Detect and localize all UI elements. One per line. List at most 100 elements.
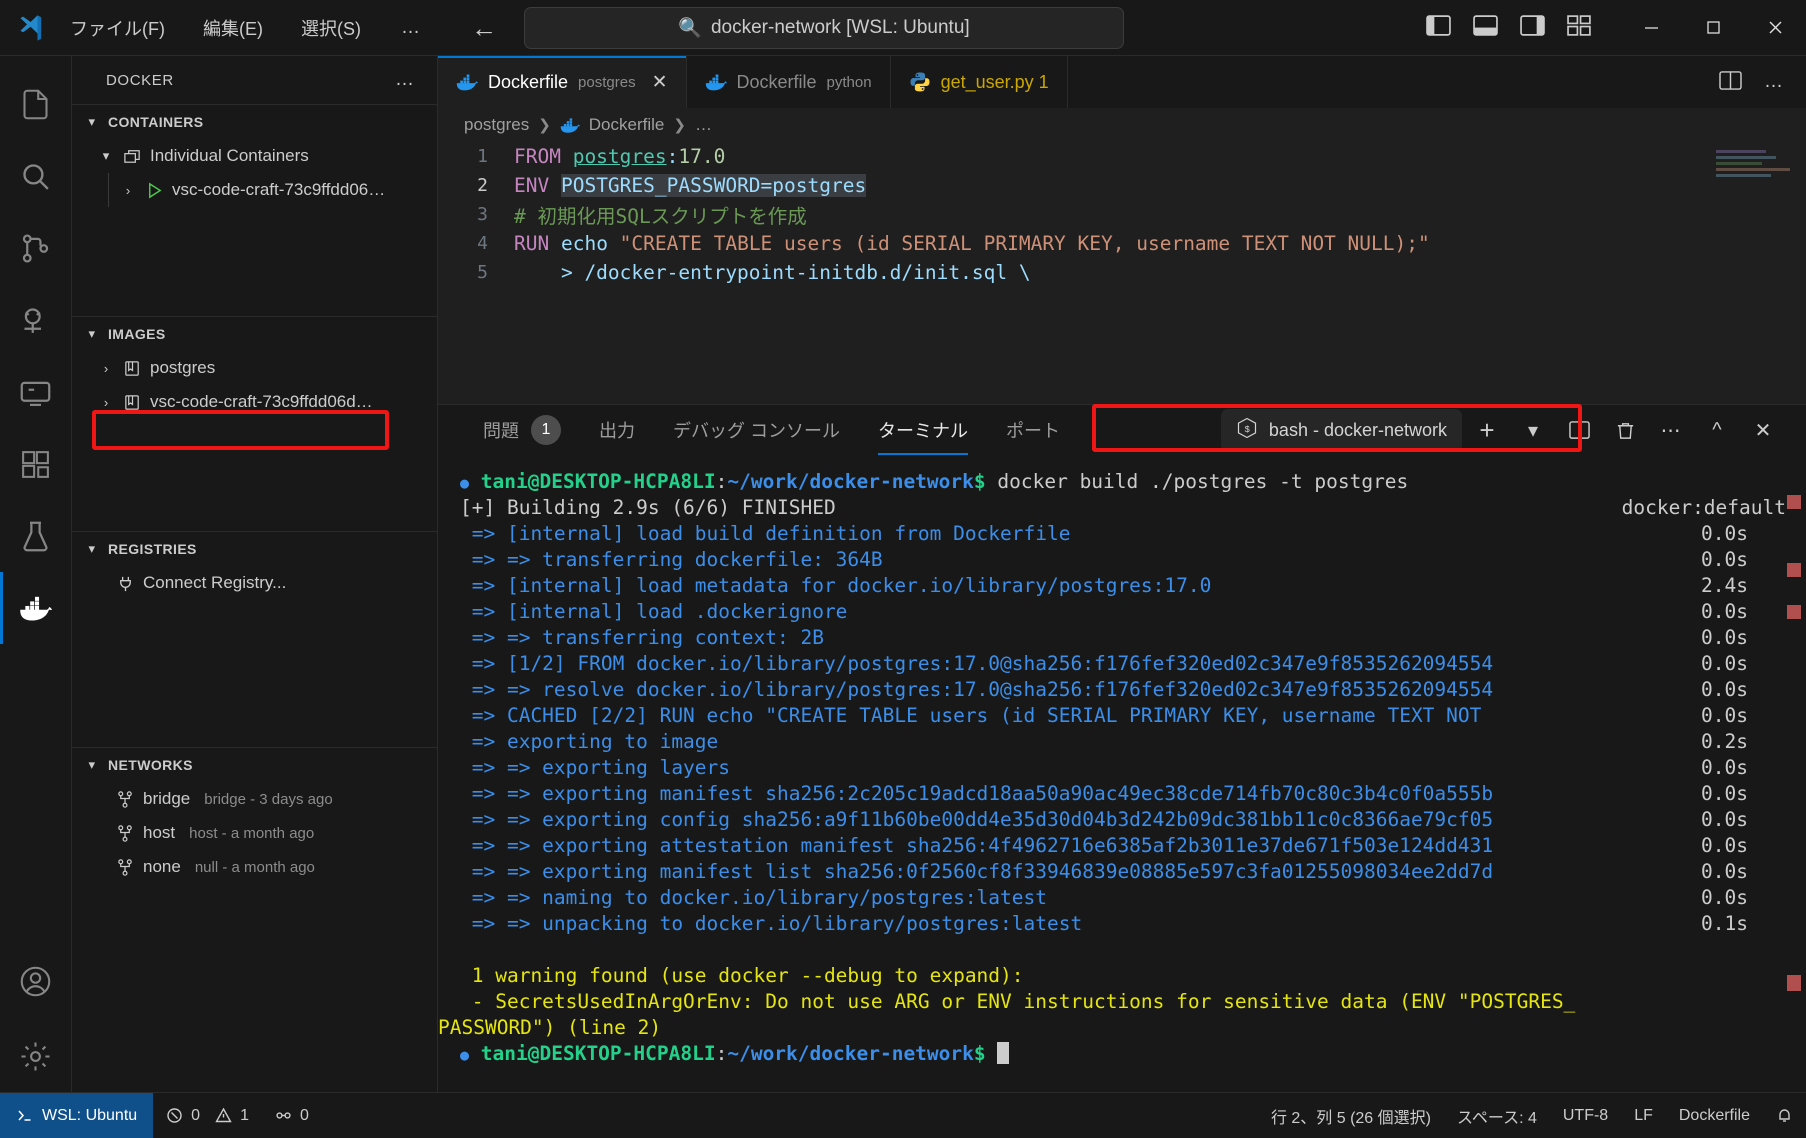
status-cursor-position[interactable]: 行 2、列 5 (26 個選択) [1258, 1093, 1444, 1138]
activity-remote-explorer[interactable] [0, 356, 72, 428]
network-icon [114, 824, 136, 843]
panel-tab-debug-console[interactable]: デバッグ コンソール [654, 405, 859, 455]
terminal-scrollbar[interactable] [1787, 455, 1801, 1092]
remote-indicator[interactable]: WSL: Ubuntu [0, 1093, 153, 1138]
kill-terminal-icon[interactable] [1604, 409, 1646, 451]
activity-accounts[interactable] [0, 948, 72, 1020]
section-header-images[interactable]: ▾ IMAGES [72, 317, 437, 351]
section-networks: ▾ NETWORKS bridge bridge - 3 days ago ho… [72, 747, 437, 884]
close-button[interactable] [1744, 0, 1806, 56]
sidebar-title: DOCKER [106, 72, 174, 89]
toggle-primary-sidebar-icon[interactable] [1426, 14, 1451, 41]
split-editor-icon[interactable] [1719, 70, 1742, 95]
activity-run-and-debug[interactable] [0, 284, 72, 356]
close-icon[interactable]: ✕ [652, 71, 668, 94]
status-problems[interactable]: 0 1 [153, 1093, 262, 1138]
menu-file[interactable]: ファイル(F) [64, 12, 171, 44]
panel-tab-ports[interactable]: ポート [987, 405, 1079, 455]
status-language-mode[interactable]: Dockerfile [1666, 1093, 1763, 1138]
section-header-containers[interactable]: ▾ CONTAINERS [72, 105, 437, 139]
activity-testing[interactable] [0, 500, 72, 572]
breadcrumb-symbol[interactable]: … [695, 115, 712, 135]
minimize-button[interactable] [1620, 0, 1682, 56]
panel-tab-output[interactable]: 出力 [580, 405, 654, 455]
maximize-panel-icon[interactable]: ^ [1696, 409, 1738, 451]
terminal-dropdown-icon[interactable]: ▾ [1512, 409, 1554, 451]
tree-item-network-none[interactable]: none null - a month ago [72, 850, 437, 884]
panel-tab-terminal[interactable]: ターミナル [859, 405, 987, 455]
menu-edit[interactable]: 編集(E) [197, 12, 269, 44]
terminal-line: => => unpacking to docker.io/library/pos… [438, 911, 1806, 937]
line-content: ENV POSTGRES_PASSWORD=postgres [514, 174, 866, 197]
tree-item-network-bridge[interactable]: bridge bridge - 3 days ago [72, 782, 437, 816]
ports-count: 0 [300, 1107, 309, 1125]
tree-item-image-vsc-code-craft[interactable]: › vsc-code-craft-73c9ffdd06d… [72, 385, 437, 419]
maximize-button[interactable] [1682, 0, 1744, 56]
code-line: 5 > /docker-entrypoint-initdb.d/init.sql… [438, 258, 1806, 287]
activity-extensions[interactable] [0, 428, 72, 500]
tab-label: Dockerfile [737, 72, 817, 93]
breadcrumb-folder[interactable]: postgres [464, 115, 529, 135]
toggle-panel-icon[interactable] [1473, 14, 1498, 41]
minimap[interactable] [1710, 142, 1806, 404]
tree-item-sublabel: null - a month ago [195, 859, 315, 876]
terminal-line: => => exporting config sha256:a9f11b60be… [438, 807, 1806, 833]
vscode-logo-icon [0, 13, 60, 43]
terminal-line-text: => => exporting manifest sha256:2c205c19… [460, 782, 1493, 805]
close-panel-icon[interactable]: ✕ [1742, 409, 1784, 451]
menu-selection[interactable]: 選択(S) [295, 12, 367, 44]
activity-settings[interactable] [0, 1020, 72, 1092]
tree-item-connect-registry[interactable]: Connect Registry... [72, 566, 437, 600]
tree-item-image-postgres[interactable]: › postgres [72, 351, 437, 385]
tab-dockerfile-postgres[interactable]: Dockerfile postgres ✕ [438, 56, 687, 108]
tree-item-label: host [143, 823, 175, 843]
code-editor[interactable]: 1 FROM postgres:17.0 2 ENV POSTGRES_PASS… [438, 142, 1806, 404]
workbench-body: DOCKER … ▾ CONTAINERS ▾ Individual Conta… [0, 56, 1806, 1092]
new-terminal-icon[interactable]: + [1466, 409, 1508, 451]
status-encoding[interactable]: UTF-8 [1550, 1093, 1621, 1138]
command-center-search[interactable]: 🔍 docker-network [WSL: Ubuntu] [524, 7, 1124, 49]
tab-dockerfile-python[interactable]: Dockerfile python [687, 56, 891, 108]
line-content: > /docker-entrypoint-initdb.d/init.sql \ [514, 261, 1031, 284]
tab-label: Dockerfile [488, 72, 568, 93]
status-bar: WSL: Ubuntu 0 1 0 行 2、列 5 (26 個選択) スペース:… [0, 1092, 1806, 1138]
tree-item-container-vsc-code-craft[interactable]: › vsc-code-craft-73c9ffdd06… [72, 173, 437, 207]
go-back-icon[interactable]: ← [471, 15, 497, 41]
warning-icon [215, 1107, 232, 1124]
terminal-more-icon[interactable]: ⋯ [1650, 409, 1692, 451]
activity-search[interactable] [0, 140, 72, 212]
sidebar-more-actions-icon[interactable]: … [395, 69, 415, 91]
menu-more[interactable]: … [393, 15, 429, 41]
chevron-right-icon[interactable]: › [98, 395, 114, 410]
search-icon: 🔍 [678, 16, 702, 40]
chevron-right-icon[interactable]: › [120, 183, 136, 198]
breadcrumb-file[interactable]: Dockerfile [589, 115, 665, 135]
section-header-registries[interactable]: ▾ REGISTRIES [72, 532, 437, 566]
status-indentation[interactable]: スペース: 4 [1444, 1093, 1550, 1138]
activity-docker[interactable] [0, 572, 72, 644]
step-duration: 0.0s [1701, 651, 1748, 677]
terminal-prompt-line: ● tani@DESKTOP-HCPA8LI:~/work/docker-net… [438, 469, 1806, 495]
status-ports[interactable]: 0 [262, 1093, 322, 1138]
terminal-output[interactable]: ● tani@DESKTOP-HCPA8LI:~/work/docker-net… [438, 455, 1806, 1092]
chevron-down-icon[interactable]: ▾ [98, 148, 114, 164]
tab-get-user-py[interactable]: get_user.py 1 [891, 56, 1068, 108]
terminal-line: => exporting to image0.2s [438, 729, 1806, 755]
tree-item-individual-containers[interactable]: ▾ Individual Containers [72, 139, 437, 173]
section-header-networks[interactable]: ▾ NETWORKS [72, 748, 437, 782]
section-label: REGISTRIES [108, 541, 197, 557]
activity-explorer[interactable] [0, 68, 72, 140]
tree-item-network-host[interactable]: host host - a month ago [72, 816, 437, 850]
status-eol[interactable]: LF [1621, 1093, 1666, 1138]
status-notifications[interactable] [1763, 1093, 1806, 1138]
bottom-panel: 問題 1 出力 デバッグ コンソール ターミナル ポート [438, 404, 1806, 1092]
terminal-selector[interactable]: $ bash - docker-network [1221, 409, 1462, 452]
split-terminal-icon[interactable] [1558, 409, 1600, 451]
chevron-right-icon[interactable]: › [98, 361, 114, 376]
step-duration: 0.0s [1701, 833, 1748, 859]
customize-layout-icon[interactable] [1567, 14, 1592, 41]
more-actions-icon[interactable]: … [1764, 71, 1784, 93]
toggle-secondary-sidebar-icon[interactable] [1520, 14, 1545, 41]
activity-source-control[interactable] [0, 212, 72, 284]
panel-tab-problems[interactable]: 問題 1 [464, 405, 580, 455]
